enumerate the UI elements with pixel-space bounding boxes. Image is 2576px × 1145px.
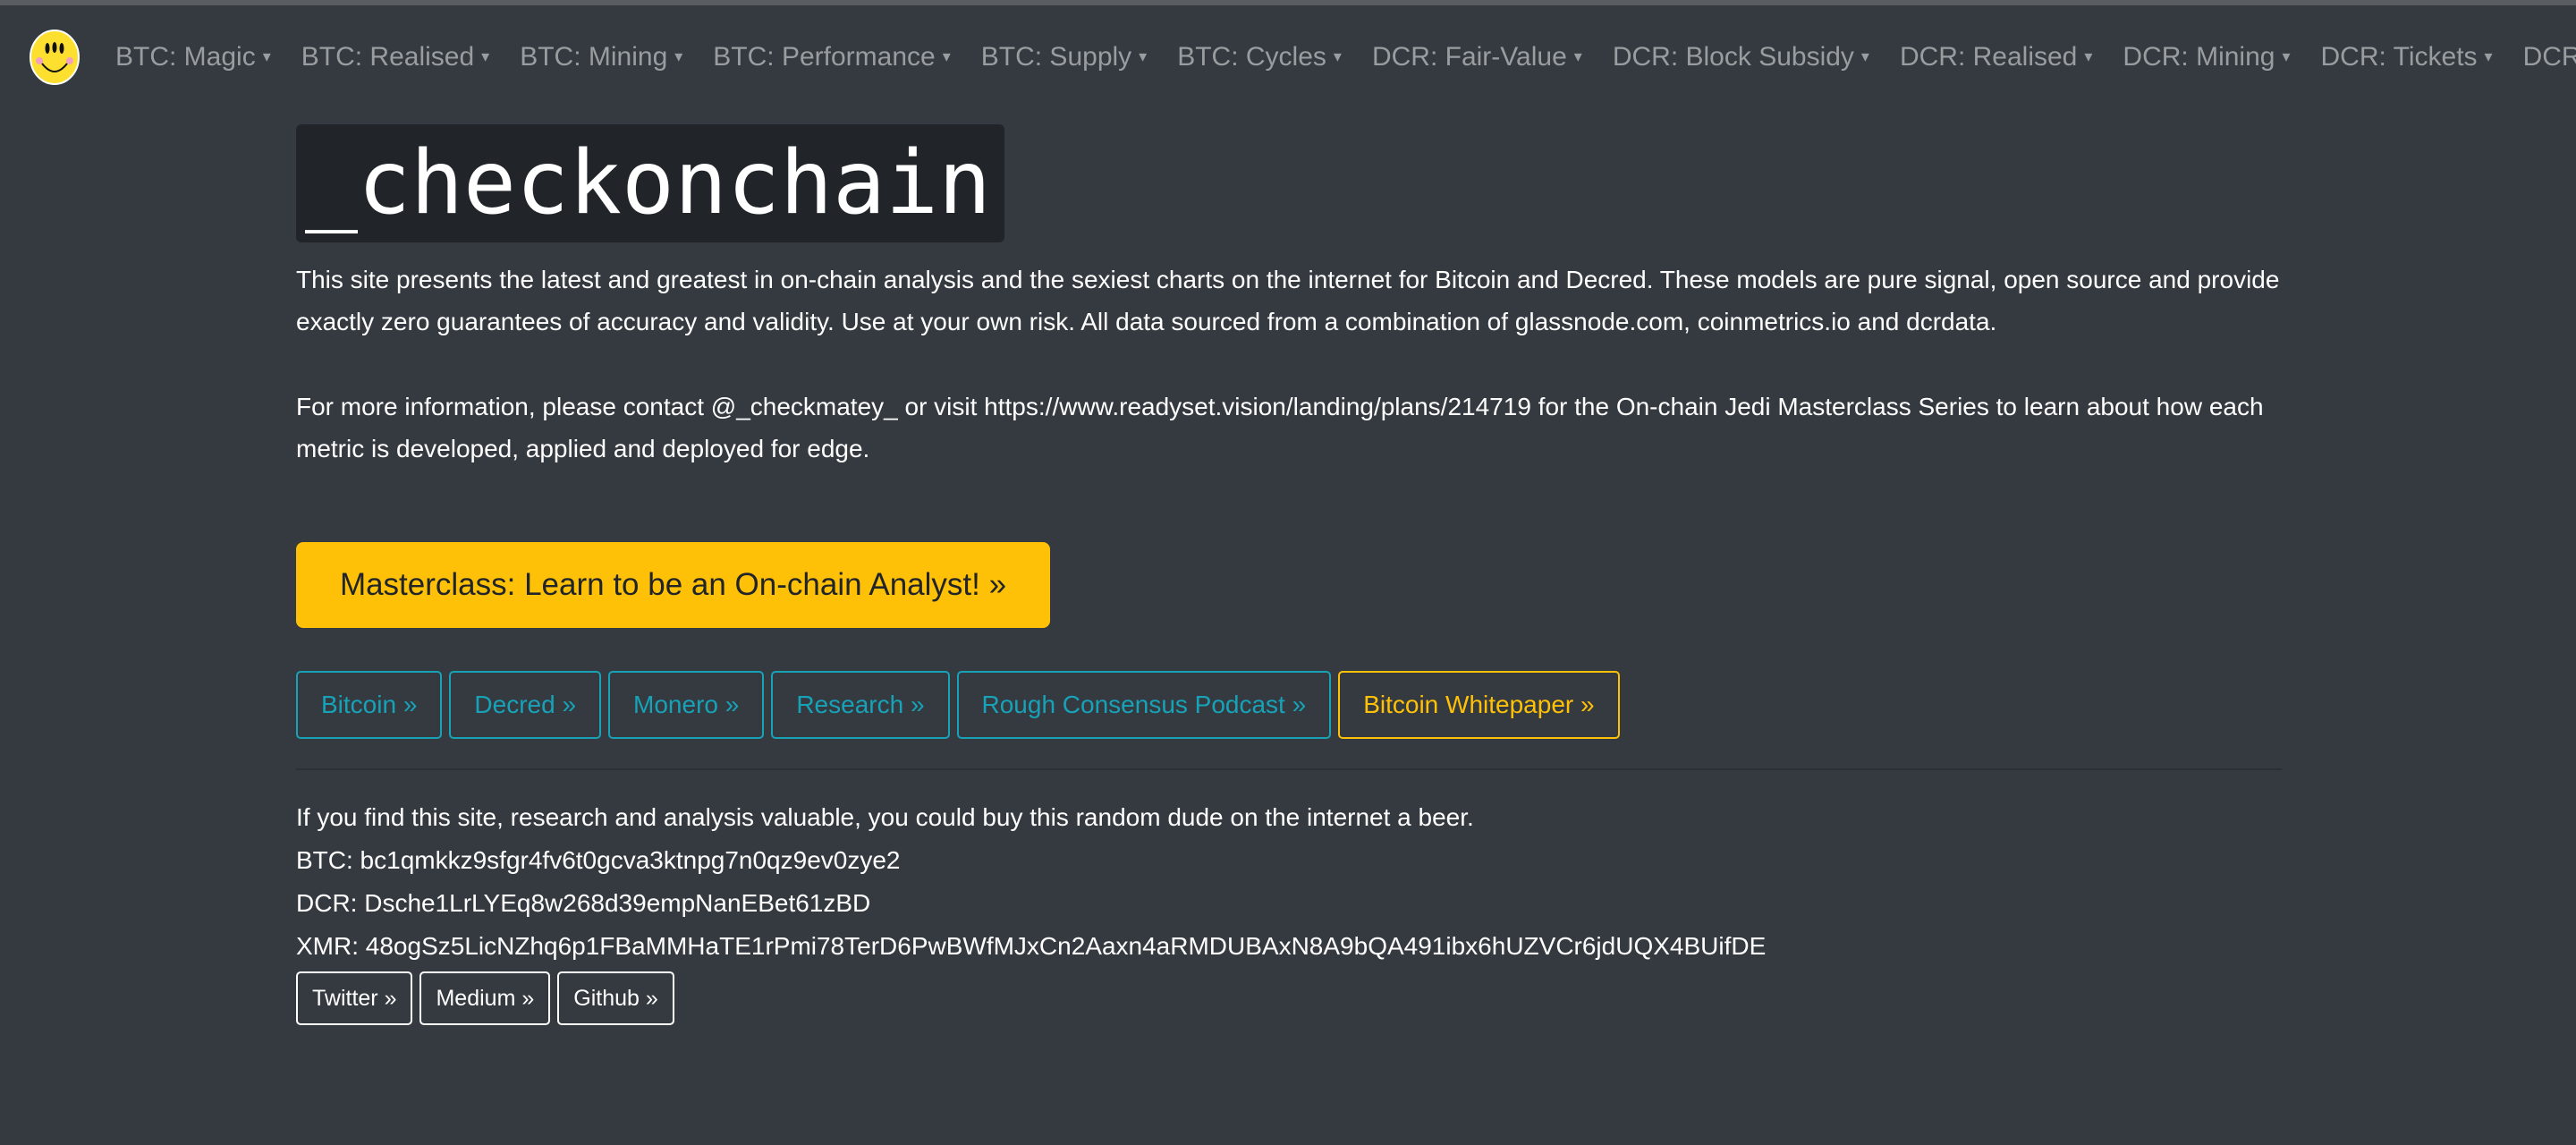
navbar: BTC: Magic ▾ BTC: Realised ▾ BTC: Mining ▾ … bbox=[0, 5, 2576, 108]
bitcoin-button[interactable]: Bitcoin » bbox=[296, 671, 443, 739]
nav-btc-mining[interactable]: BTC: Mining ▾ bbox=[520, 42, 682, 72]
nav-label: BTC: Magic bbox=[115, 41, 256, 72]
nav-label: DCR: Block Subsidy bbox=[1612, 41, 1854, 72]
nav-dcr-fair-value[interactable]: DCR: Fair-Value ▾ bbox=[1372, 42, 1582, 72]
nav-label: DCR: Mining bbox=[2123, 41, 2275, 72]
nav-label: DCR: P bbox=[2522, 41, 2576, 72]
caret-down-icon: ▾ bbox=[1573, 47, 1582, 65]
xmr-address: XMR: 48ogSz5LicNZhq6p1FBaMMHaTE1rPmi78Te… bbox=[296, 932, 1767, 960]
caret-down-icon: ▾ bbox=[481, 47, 490, 65]
caret-down-icon: ▾ bbox=[674, 47, 683, 65]
nav-label: BTC: Cycles bbox=[1177, 41, 1326, 72]
nav-label: DCR: Tickets bbox=[2320, 41, 2478, 72]
whitepaper-button[interactable]: Bitcoin Whitepaper » bbox=[1338, 671, 1620, 739]
intro-text: This site presents the latest and greate… bbox=[296, 266, 2280, 335]
divider bbox=[296, 768, 2282, 770]
caret-down-icon: ▾ bbox=[2282, 47, 2291, 65]
nav-dcr-block-subsidy[interactable]: DCR: Block Subsidy ▾ bbox=[1613, 42, 1869, 72]
medium-button[interactable]: Medium » bbox=[419, 971, 551, 1025]
decred-button[interactable]: Decred » bbox=[449, 671, 602, 739]
nav-label: DCR: Realised bbox=[1899, 41, 2078, 72]
caret-down-icon: ▾ bbox=[262, 47, 271, 65]
nav-btc-magic[interactable]: BTC: Magic ▾ bbox=[115, 42, 271, 72]
caret-down-icon: ▾ bbox=[1139, 47, 1148, 65]
nav-btc-realised[interactable]: BTC: Realised ▾ bbox=[301, 42, 489, 72]
caret-down-icon: ▾ bbox=[942, 47, 951, 65]
monero-button[interactable]: Monero » bbox=[608, 671, 765, 739]
nav-btc-cycles[interactable]: BTC: Cycles ▾ bbox=[1177, 42, 1342, 72]
dcr-address: DCR: Dsche1LrLYEq8w268d39empNanEBet61zBD bbox=[296, 889, 871, 917]
masterclass-button[interactable]: Masterclass: Learn to be an On-chain Ana… bbox=[296, 542, 1050, 628]
nav-label: DCR: Fair-Value bbox=[1371, 41, 1567, 72]
github-button[interactable]: Github » bbox=[557, 971, 674, 1025]
nav-dcr-p[interactable]: DCR: P bbox=[2523, 42, 2576, 72]
caret-down-icon: ▾ bbox=[1333, 47, 1342, 65]
caret-down-icon: ▾ bbox=[2084, 47, 2093, 65]
nav-dcr-realised[interactable]: DCR: Realised ▾ bbox=[1900, 42, 2092, 72]
social-buttons: Twitter » Medium » Github » bbox=[296, 971, 674, 1025]
section-buttons: Bitcoin » Decred » Monero » Research » R… bbox=[296, 671, 1620, 739]
research-button[interactable]: Research » bbox=[771, 671, 950, 739]
site-title: _checkonchain bbox=[296, 124, 1004, 242]
caret-down-icon: ▾ bbox=[2484, 47, 2493, 65]
caret-down-icon: ▾ bbox=[1860, 47, 1869, 65]
contact-text: For more information, please contact @_c… bbox=[296, 393, 2264, 462]
donate-text: If you find this site, research and anal… bbox=[296, 803, 1474, 831]
btc-address: BTC: bc1qmkkz9sfgr4fv6t0gcva3ktnpg7n0qz9… bbox=[296, 846, 901, 874]
nav-label: BTC: Performance bbox=[713, 41, 936, 72]
nav-label: BTC: Mining bbox=[520, 41, 668, 72]
nav-label: BTC: Supply bbox=[980, 41, 1132, 72]
podcast-button[interactable]: Rough Consensus Podcast » bbox=[956, 671, 1332, 739]
nav-btc-supply[interactable]: BTC: Supply ▾ bbox=[981, 42, 1147, 72]
nav-btc-performance[interactable]: BTC: Performance ▾ bbox=[713, 42, 950, 72]
nav-dcr-mining[interactable]: DCR: Mining ▾ bbox=[2123, 42, 2290, 72]
smiley-logo-icon[interactable] bbox=[30, 29, 80, 85]
twitter-button[interactable]: Twitter » bbox=[296, 971, 413, 1025]
nav-dcr-tickets[interactable]: DCR: Tickets ▾ bbox=[2321, 42, 2493, 72]
nav-label: BTC: Realised bbox=[301, 41, 475, 72]
